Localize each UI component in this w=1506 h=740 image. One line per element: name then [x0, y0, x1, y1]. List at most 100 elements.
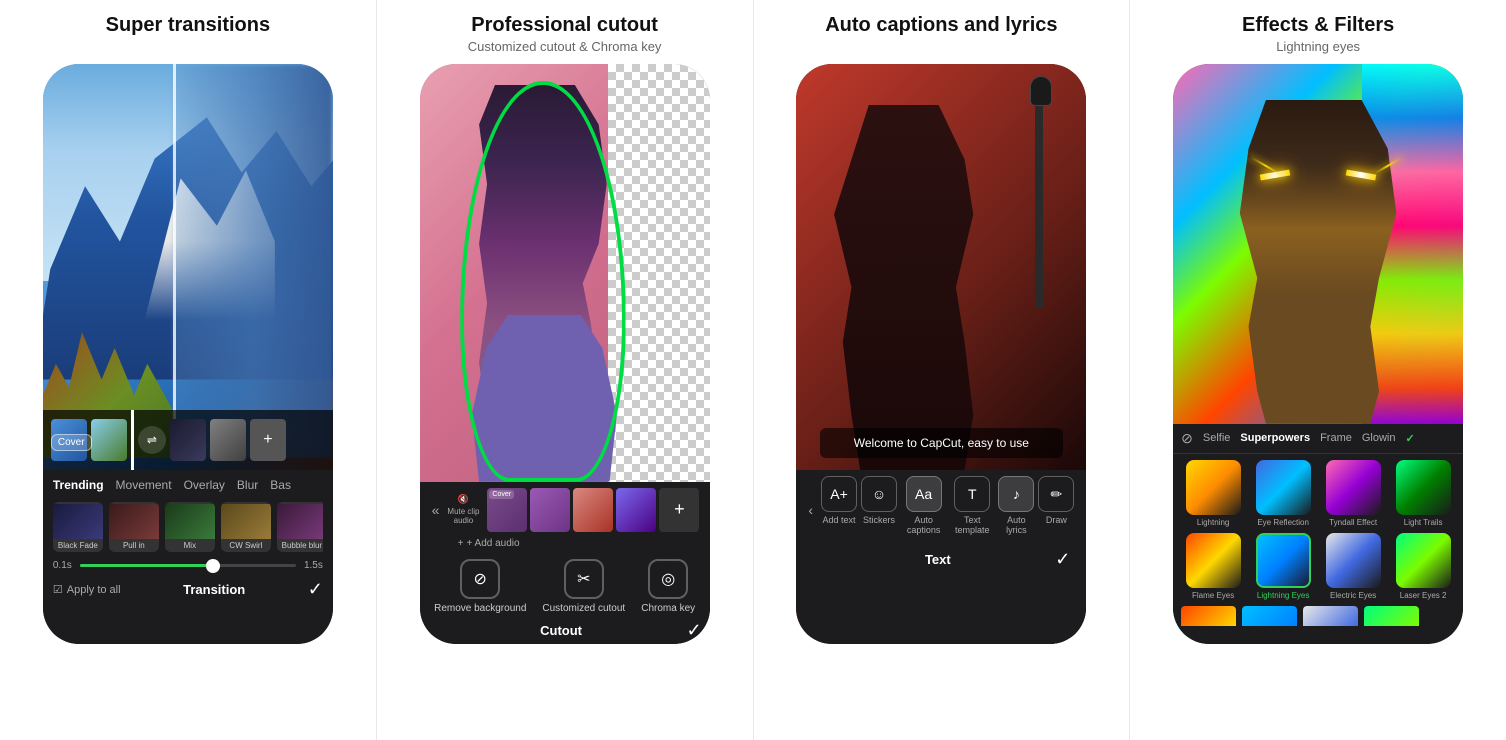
tool-custom-cutout[interactable]: ✂ Customized cutout	[542, 559, 625, 614]
phone4-bg: ⊘ Selfie Superpowers Frame Glowin ✓ Ligh…	[1173, 64, 1463, 644]
bottom-controls-3: ‹ A+ Add text ☺ Stickers Aa	[796, 470, 1086, 644]
clip-thumb-3[interactable]	[616, 488, 656, 532]
bottom-controls-2: « 🔇 Mute clip audio Cover	[420, 482, 710, 644]
panel1-subtitle	[186, 39, 190, 54]
tab-trending[interactable]: Trending	[53, 478, 104, 492]
effect-eye-reflection[interactable]: Eye Reflection	[1251, 460, 1315, 527]
apply-label: Apply to all	[67, 584, 121, 596]
text-template-label: Text template	[950, 515, 994, 535]
transition-icon[interactable]: ⇌	[138, 426, 166, 454]
phone3-mockup: Welcome to CapCut, easy to use art creat…	[796, 64, 1086, 644]
effect-bubble-blur[interactable]: Bubble blur	[277, 502, 323, 552]
timeline-thumb-4[interactable]	[210, 419, 246, 461]
tab-glowing[interactable]: Glowin	[1362, 432, 1396, 444]
panel2-subtitle: Customized cutout & Chroma key	[468, 39, 662, 54]
effect-name-trails: Light Trails	[1404, 518, 1443, 527]
effect-electric-eyes[interactable]: Electric Eyes	[1321, 533, 1385, 600]
effect-thumb-inner-5	[277, 504, 323, 539]
add-clip-btn[interactable]: +	[250, 419, 286, 461]
effect-lightning[interactable]: Lightning	[1181, 460, 1245, 527]
effect-name-tyndall: Tyndall Effect	[1329, 518, 1377, 527]
effect-thumb-inner-2	[109, 504, 159, 539]
transition-line	[173, 64, 176, 458]
timeline-strip: Cover ⇌ +	[43, 410, 333, 470]
stickers-label: Stickers	[863, 515, 895, 525]
tab-bas[interactable]: Bas	[270, 478, 291, 492]
tab-blur[interactable]: Blur	[237, 478, 258, 492]
effect-pull-in[interactable]: Pull in	[109, 502, 159, 552]
caption-text: Welcome to CapCut, easy to use	[854, 436, 1029, 450]
apply-icon: ☑	[53, 583, 63, 596]
apply-all-btn[interactable]: ☑ Apply to all	[53, 583, 121, 596]
effects-grid-2row: Lightning Eye Reflection Tyndall Effect	[1173, 454, 1463, 606]
timeline-thumb-2[interactable]	[91, 419, 127, 461]
add-clip-btn-2[interactable]: +	[659, 488, 699, 532]
effect-tyndall[interactable]: Tyndall Effect	[1321, 460, 1385, 527]
slider-track[interactable]	[80, 564, 296, 567]
timeline-thumb-3[interactable]	[170, 419, 206, 461]
remove-bg-label: Remove background	[434, 603, 526, 614]
slider-fill	[80, 564, 221, 567]
nav-arrow-3[interactable]: ‹	[808, 502, 813, 518]
stickers-icon: ☺	[861, 476, 897, 512]
tool-draw[interactable]: ✏ Draw	[1038, 476, 1074, 535]
clip-thumb-cover[interactable]: Cover	[487, 488, 527, 532]
effect-img-lightning	[1186, 460, 1241, 515]
tool-text-template[interactable]: T Text template	[950, 476, 994, 535]
effect-img-lightning-eyes	[1256, 533, 1311, 588]
effect-label-2: Pull in	[123, 541, 145, 550]
partial-effect-1	[1181, 606, 1236, 626]
tab-movement[interactable]: Movement	[116, 478, 172, 492]
effect-lightning-eyes[interactable]: Lightning Eyes	[1251, 533, 1315, 600]
cutout-label: Cutout	[540, 623, 582, 638]
custom-cutout-label: Customized cutout	[542, 603, 625, 614]
phone3-bg: Welcome to CapCut, easy to use art creat…	[796, 64, 1086, 644]
effect-img-flame	[1186, 533, 1241, 588]
tool-remove-bg[interactable]: ⊘ Remove background	[434, 559, 526, 614]
clip-img-2	[573, 488, 613, 532]
custom-cutout-icon: ✂	[564, 559, 604, 599]
tool-add-text[interactable]: A+ Add text	[821, 476, 857, 535]
effect-black-fade[interactable]: Black Fade	[53, 502, 103, 552]
tool-auto-lyrics[interactable]: ♪ Auto lyrics	[998, 476, 1034, 535]
effect-light-trails[interactable]: Light Trails	[1391, 460, 1455, 527]
panel3-title: Auto captions and lyrics	[825, 14, 1057, 37]
tool-stickers[interactable]: ☺ Stickers	[861, 476, 897, 535]
panel-effects-filters: Effects & Filters Lightning eyes ⊘	[1130, 0, 1506, 740]
apply-row: ☑ Apply to all Transition ✓	[53, 579, 323, 600]
panel-super-transitions: Super transitions Cover	[0, 0, 377, 740]
clip-thumb-1[interactable]	[530, 488, 570, 532]
mute-btn[interactable]: 🔇 Mute clip audio	[445, 494, 481, 525]
tool-chroma-key[interactable]: ◎ Chroma key	[641, 559, 695, 614]
text-confirm[interactable]: ✓	[1055, 549, 1070, 570]
add-audio-btn[interactable]: + + Add audio	[428, 538, 702, 549]
phone1-bg: Cover ⇌ + Trending Movement Overlay Bl	[43, 64, 333, 644]
effect-thumb-inner-4	[221, 504, 271, 539]
clip-thumb-2[interactable]	[573, 488, 613, 532]
confirm-checkmark[interactable]: ✓	[308, 579, 323, 600]
effect-mix[interactable]: Mix	[165, 502, 215, 552]
tab-selfie[interactable]: Selfie	[1203, 432, 1231, 444]
effect-cw-swirl[interactable]: CW Swirl	[221, 502, 271, 552]
slider-thumb[interactable]	[206, 559, 220, 573]
effects-row-3-partial	[1173, 606, 1463, 626]
tab-frame[interactable]: Frame	[1320, 432, 1352, 444]
tab-overlay[interactable]: Overlay	[184, 478, 225, 492]
effect-flame-eyes[interactable]: Flame Eyes	[1181, 533, 1245, 600]
clip-thumbnails: Cover +	[487, 488, 699, 532]
mic-stand	[1035, 84, 1043, 307]
draw-label: Draw	[1046, 515, 1067, 525]
cutout-confirm[interactable]: ✓	[687, 620, 702, 641]
check-tab[interactable]: ✓	[1405, 432, 1414, 445]
effect-laser-eyes[interactable]: Laser Eyes 2	[1391, 533, 1455, 600]
effect-img-reflection	[1256, 460, 1311, 515]
back-arrows-icon[interactable]: «	[432, 502, 440, 518]
tab-superpowers[interactable]: Superpowers	[1240, 432, 1310, 444]
effect-name-laser: Laser Eyes 2	[1400, 591, 1447, 600]
panel-auto-captions: Auto captions and lyrics Welcome to CapC…	[754, 0, 1131, 740]
studio-scene	[796, 64, 1086, 470]
effect-img-laser	[1396, 533, 1451, 588]
effects-main-image	[1173, 64, 1463, 424]
effect-thumb-inner-3	[165, 504, 215, 539]
tool-auto-captions[interactable]: Aa Auto captions	[901, 476, 946, 535]
